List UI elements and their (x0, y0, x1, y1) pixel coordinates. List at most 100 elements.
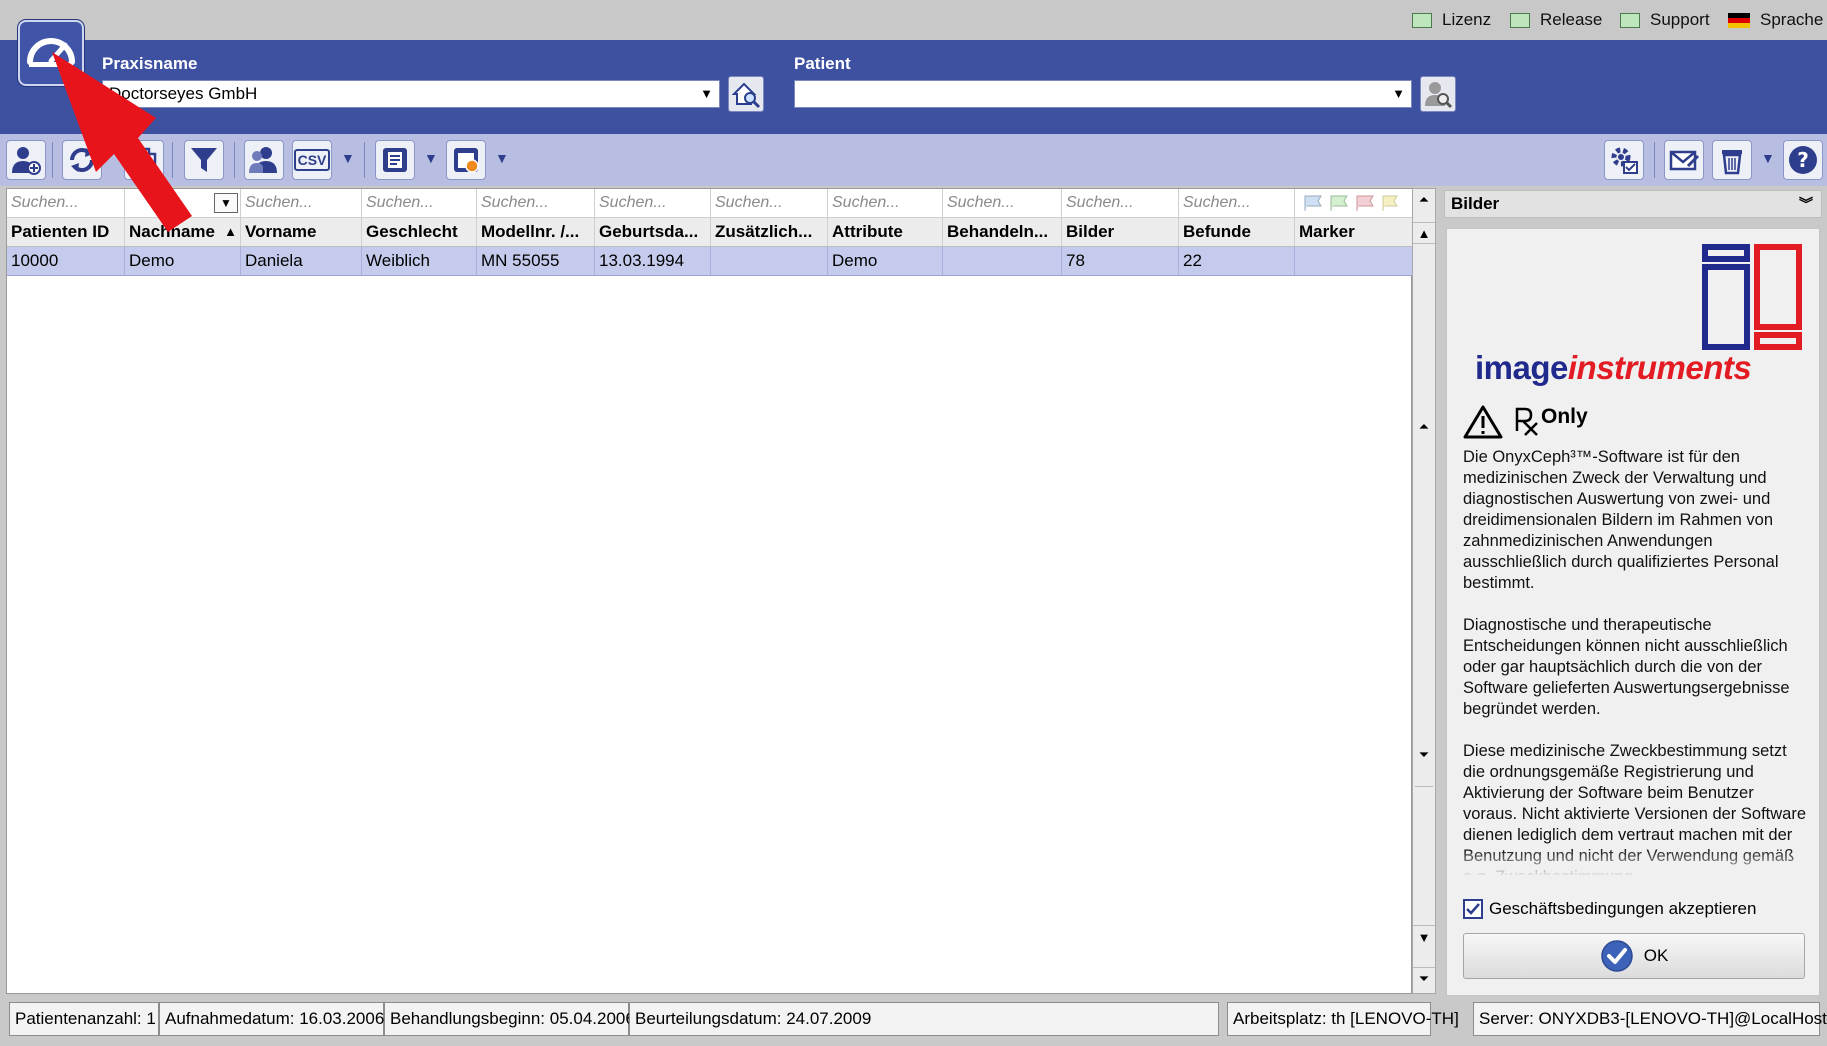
cell-treating (943, 247, 1062, 275)
add-patient-button[interactable] (6, 140, 46, 180)
search-model-number[interactable]: Suchen... (477, 189, 595, 217)
checkbox-icon[interactable] (1463, 899, 1483, 919)
column-header-marker[interactable]: Marker (1295, 218, 1413, 246)
status-server: Server: ONYXDB3-[LENOVO-TH]@LocalHost (1473, 1002, 1827, 1036)
scroll-up-icon[interactable]: ▲ (1413, 222, 1435, 244)
practice-label: Praxisname (102, 54, 198, 73)
intended-use-text: Die OnyxCeph³™-Software ist für den medi… (1463, 448, 1806, 875)
print-icon (383, 148, 407, 172)
search-attribute[interactable]: Suchen... (828, 189, 943, 217)
print-button[interactable] (375, 140, 415, 180)
scroll-down-icon[interactable]: ▼ (1413, 925, 1435, 949)
patient-label: Patient (794, 54, 851, 73)
practice-select[interactable]: Doctorseyes GmbH ▼ (102, 80, 720, 108)
scroll-page-down-icon[interactable]: ⏷ (1413, 747, 1435, 763)
search-birthdate[interactable]: Suchen... (595, 189, 711, 217)
search-gender[interactable]: Suchen... (362, 189, 477, 217)
panel-title: Bilder (1451, 194, 1500, 213)
collapse-chevron-icon[interactable]: ︾ (1799, 191, 1813, 217)
column-header-lastname[interactable]: Nachname ▲ (125, 218, 241, 246)
add-patient-icon (12, 147, 41, 175)
practice-search-button[interactable] (728, 76, 764, 112)
language-link[interactable]: Sprache (1728, 9, 1823, 31)
settings-button[interactable] (1604, 140, 1644, 180)
patient-select[interactable]: ▼ (794, 80, 1412, 108)
cell-gender: Weiblich (362, 247, 477, 275)
dropdown-arrow-icon: ▼ (1392, 86, 1405, 101)
status-workstation: Arbeitsplatz: th [LENOVO-TH] (1227, 1002, 1459, 1036)
release-link[interactable]: Release (1510, 9, 1602, 31)
brand-logo-mark (1702, 244, 1802, 350)
column-header-model-number[interactable]: Modellnr. /... (477, 218, 595, 246)
patient-grid: Suchen... ▼ Suchen... Suchen... Suchen..… (6, 188, 1413, 994)
cell-birthdate: 13.03.1994 (595, 247, 711, 275)
license-link[interactable]: Lizenz (1412, 9, 1491, 31)
trash-icon (1722, 150, 1742, 175)
column-header-attribute[interactable]: Attribute (828, 218, 943, 246)
home-search-icon (731, 82, 761, 109)
patients-button[interactable] (244, 140, 284, 180)
search-firstname[interactable]: Suchen... (241, 189, 362, 217)
search-findings[interactable]: Suchen... (1179, 189, 1295, 217)
status-assessment-date: Beurteilungsdatum: 24.07.2009 (629, 1002, 1219, 1036)
sort-ascending-icon: ▲ (224, 224, 237, 239)
support-label: Support (1650, 10, 1710, 29)
csv-dropdown-arrow-icon[interactable]: ▼ (341, 150, 355, 166)
column-header-patient-id[interactable]: Patienten ID (7, 218, 125, 246)
copy-button[interactable] (124, 140, 164, 180)
accept-terms-checkbox[interactable]: Geschäftsbedingungen akzeptieren (1463, 899, 1756, 919)
csv-export-button[interactable]: CSV (292, 140, 332, 180)
scroll-page-up-icon[interactable]: ⏶ (1413, 419, 1435, 435)
search-row: Suchen... ▼ Suchen... Suchen... Suchen..… (7, 189, 1413, 218)
license-label: Lizenz (1442, 10, 1492, 29)
filter-button[interactable] (184, 140, 224, 180)
print-dropdown-arrow-icon[interactable]: ▼ (424, 150, 438, 166)
search-images[interactable]: Suchen... (1062, 189, 1179, 217)
column-header-findings[interactable]: Befunde (1179, 218, 1295, 246)
settings-icon (1611, 147, 1638, 174)
scroll-top-icon[interactable]: ⏶ (1413, 192, 1435, 208)
ok-button[interactable]: OK (1463, 933, 1805, 979)
patient-search-button[interactable] (1420, 76, 1456, 112)
dropdown-arrow-icon: ▼ (700, 86, 713, 101)
search-treating[interactable]: Suchen... (943, 189, 1062, 217)
column-header-firstname[interactable]: Vorname (241, 218, 362, 246)
help-button[interactable]: ? (1783, 140, 1823, 180)
rx-symbol-icon (1515, 407, 1538, 436)
column-header-images[interactable]: Bilder (1062, 218, 1179, 246)
cell-additional (711, 247, 828, 275)
cell-attribute: Demo (828, 247, 943, 275)
cell-model-number: MN 55055 (477, 247, 595, 275)
mail-button[interactable] (1664, 140, 1704, 180)
support-link[interactable]: Support (1620, 9, 1710, 31)
grid-scrollbar[interactable]: ⏶ ▲ ⏶ ⏷ ▼ ⏷ (1412, 188, 1436, 994)
search-additional[interactable]: Suchen... (711, 189, 828, 217)
search-patient-id[interactable]: Suchen... (7, 189, 125, 217)
status-treatment-start: Behandlungsbeginn: 05.04.2006 (384, 1002, 635, 1036)
trash-dropdown-arrow-icon[interactable]: ▼ (1761, 150, 1775, 166)
panel-header[interactable]: Bilder ︾ (1444, 190, 1822, 218)
cell-findings: 22 (1179, 247, 1295, 275)
trash-button[interactable] (1712, 140, 1752, 180)
refresh-button[interactable] (62, 140, 102, 180)
record-dropdown-arrow-icon[interactable]: ▼ (495, 150, 509, 166)
checkmark-icon (1466, 903, 1480, 915)
app-logo-button[interactable] (18, 20, 84, 86)
column-header-birthdate[interactable]: Geburtsda... (595, 218, 711, 246)
scroll-track[interactable] (1415, 253, 1433, 787)
column-header-gender[interactable]: Geschlecht (362, 218, 477, 246)
status-patient-count: Patientenanzahl: 1 (9, 1002, 159, 1036)
column-header-additional[interactable]: Zusätzlich... (711, 218, 828, 246)
record-icon (454, 148, 479, 173)
table-row[interactable]: 10000 Demo Daniela Weiblich MN 55055 13.… (7, 247, 1413, 276)
record-button[interactable] (446, 140, 486, 180)
cell-firstname: Daniela (241, 247, 362, 275)
german-flag-icon (1728, 12, 1750, 28)
cell-images: 78 (1062, 247, 1179, 275)
search-lastname[interactable]: ▼ (125, 189, 241, 217)
scroll-bottom-icon[interactable]: ⏷ (1413, 967, 1435, 991)
search-marker[interactable] (1295, 189, 1413, 217)
column-header-treating[interactable]: Behandeln... (943, 218, 1062, 246)
help-icon: ? (1789, 146, 1817, 174)
dropdown-arrow-icon[interactable]: ▼ (214, 193, 238, 213)
